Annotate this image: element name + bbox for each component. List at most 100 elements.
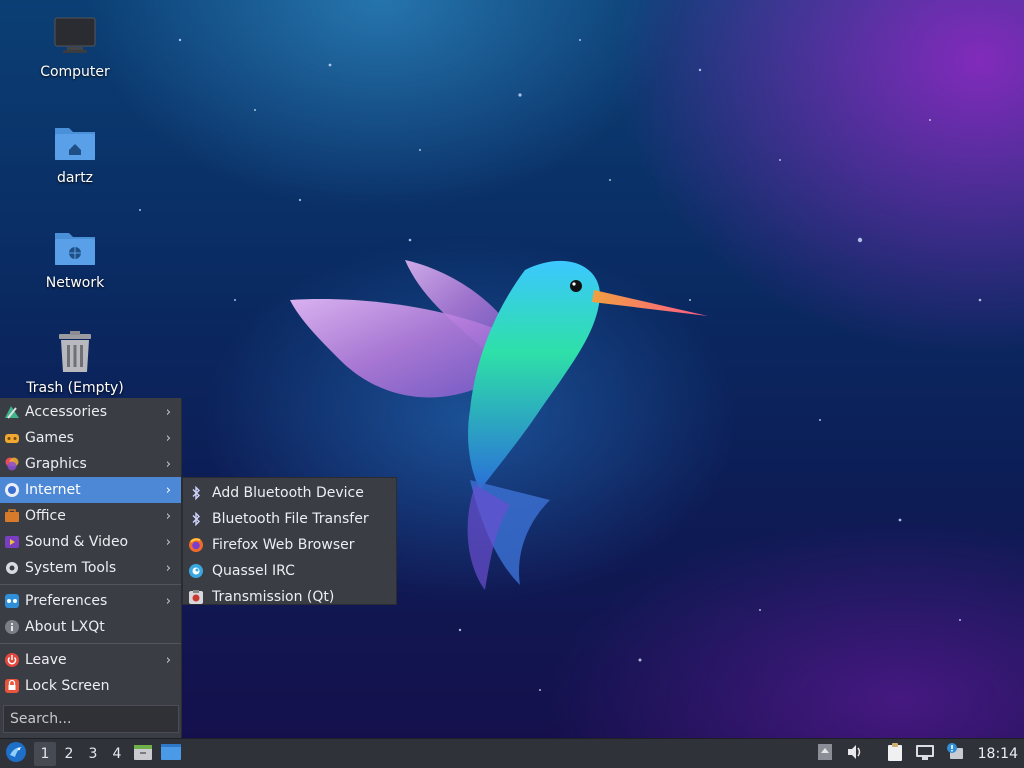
file-manager-icon [133,742,153,766]
lock-icon [3,677,21,695]
menu-separator [0,584,181,585]
volume-button[interactable] [842,741,868,767]
menu-separator [0,643,181,644]
chevron-right-icon: › [165,430,171,446]
update-notifier-icon [945,742,965,766]
volume-icon [846,744,864,764]
tray-expand-button[interactable] [812,741,838,767]
clock[interactable]: 18:14 [978,746,1018,762]
network-folder-icon [53,225,97,269]
desktop-icon-home[interactable]: dartz [20,120,130,186]
power-icon [3,651,21,669]
menu-item-label: Leave [25,652,67,668]
menu-item-games[interactable]: Games › [0,425,181,451]
menu-item-accessories[interactable]: Accessories › [0,399,181,425]
menu-item-graphics[interactable]: Graphics › [0,451,181,477]
sound-video-icon [3,533,21,551]
menu-item-label: Graphics [25,456,87,472]
menu-item-lock-screen[interactable]: Lock Screen [0,673,181,699]
network-wired-icon [915,743,935,765]
accessories-icon [3,403,21,421]
menu-item-sound-video[interactable]: Sound & Video › [0,529,181,555]
clipboard-button[interactable] [882,741,908,767]
system-tools-icon [3,559,21,577]
internet-submenu: Add Bluetooth Device Bluetooth File Tran… [182,477,397,605]
info-icon [3,618,21,636]
bluetooth-icon [187,510,205,528]
file-manager-launcher[interactable] [130,741,156,767]
system-tray: 18:14 [808,739,1024,768]
menu-item-label: Sound & Video [25,534,129,550]
workspace-1-button[interactable]: 1 [34,741,56,766]
chevron-right-icon: › [165,652,171,668]
games-icon [3,429,21,447]
desktop-icon-trash[interactable]: Trash (Empty) [20,330,130,396]
desktop-icon-computer[interactable]: Computer [20,14,130,80]
desktop-icon-label: Network [45,275,105,291]
menu-item-label: Internet [25,482,81,498]
workspace-label: 3 [88,745,98,762]
search-placeholder: Search... [10,711,72,727]
workspace-2-button[interactable]: 2 [58,742,80,766]
transmission-icon [187,588,205,606]
firefox-icon [187,536,205,554]
internet-icon [3,481,21,499]
application-menu: Accessories › Games › Graphics › Interne… [0,398,182,738]
menu-item-label: System Tools [25,560,117,576]
menu-item-label: Preferences [25,593,108,609]
menu-item-internet[interactable]: Internet › [0,477,181,503]
preferences-icon [3,592,21,610]
office-icon [3,507,21,525]
menu-item-preferences[interactable]: Preferences › [0,588,181,614]
desktop-icon-label: dartz [56,170,94,186]
workspace-4-button[interactable]: 4 [106,742,128,766]
search-input[interactable]: Search... [3,705,179,733]
start-menu-button[interactable] [0,739,32,768]
submenu-item-label: Firefox Web Browser [212,537,355,553]
lxqt-logo-icon [5,741,27,767]
submenu-item-label: Bluetooth File Transfer [212,511,369,527]
arrow-up-icon [817,743,833,765]
submenu-item-firefox[interactable]: Firefox Web Browser [183,532,396,558]
quassel-icon [187,562,205,580]
chevron-right-icon: › [165,404,171,420]
workspace-label: 1 [40,745,50,762]
desktop-icon-label: Computer [40,64,110,80]
clipboard-icon [886,742,904,766]
home-folder-icon [53,120,97,164]
desktop-icon-label: Trash (Empty) [26,380,124,396]
workspace-3-button[interactable]: 3 [82,742,104,766]
chevron-right-icon: › [165,534,171,550]
taskbar: 1 2 3 4 18:14 [0,738,1024,768]
submenu-item-bluetooth-file-transfer[interactable]: Bluetooth File Transfer [183,506,396,532]
workspace-label: 4 [112,745,122,762]
chevron-right-icon: › [165,560,171,576]
menu-item-label: Games [25,430,74,446]
submenu-item-label: Transmission (Qt) [212,589,335,605]
submenu-item-label: Quassel IRC [212,563,295,579]
menu-item-label: Lock Screen [25,678,110,694]
menu-item-system-tools[interactable]: System Tools › [0,555,181,581]
menu-item-about-lxqt[interactable]: About LXQt [0,614,181,640]
chevron-right-icon: › [165,508,171,524]
submenu-item-transmission[interactable]: Transmission (Qt) [183,584,396,610]
chevron-right-icon: › [165,456,171,472]
computer-icon [53,14,97,58]
submenu-item-add-bluetooth-device[interactable]: Add Bluetooth Device [183,480,396,506]
workspace-label: 2 [64,745,74,762]
menu-item-label: Accessories [25,404,108,420]
graphics-icon [3,455,21,473]
show-desktop-icon [160,743,182,765]
network-status-button[interactable] [912,741,938,767]
chevron-right-icon: › [165,593,171,609]
submenu-item-quassel-irc[interactable]: Quassel IRC [183,558,396,584]
chevron-right-icon: › [165,482,171,498]
bluetooth-icon [187,484,205,502]
menu-item-office[interactable]: Office › [0,503,181,529]
trash-icon [53,330,97,374]
menu-item-leave[interactable]: Leave › [0,647,181,673]
show-desktop-button[interactable] [158,741,184,767]
desktop-icon-network[interactable]: Network [20,225,130,291]
update-notifier-button[interactable] [942,741,968,767]
submenu-item-label: Add Bluetooth Device [212,485,364,501]
